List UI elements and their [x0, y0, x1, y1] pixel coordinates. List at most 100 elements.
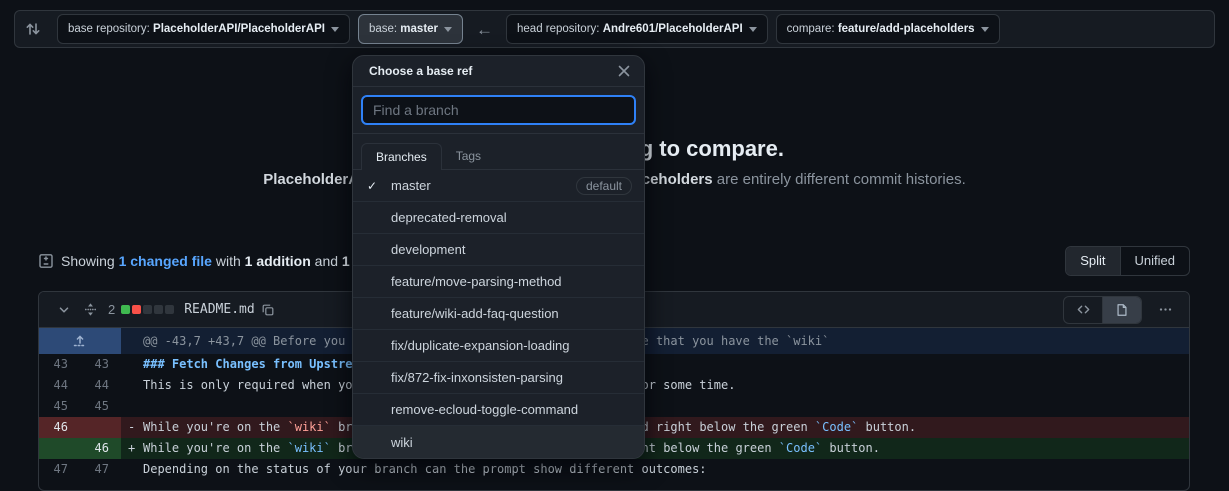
base-ref-selector-panel: Choose a base ref BranchesTags ✓masterde… [352, 55, 645, 459]
diff-view-toggle: SplitUnified [1065, 246, 1190, 276]
diffstat-square-neutral [165, 305, 174, 314]
ref-tabs: BranchesTags [353, 134, 644, 170]
tab-tags[interactable]: Tags [442, 143, 495, 169]
branch-item[interactable]: ✓ masterdefault [353, 170, 644, 202]
source-view-icon[interactable] [1064, 297, 1102, 323]
diff-marker: + [128, 438, 135, 459]
compare-branch-label: compare: [787, 23, 835, 35]
diff-display-toggle [1063, 296, 1142, 324]
branch-search-input[interactable] [361, 95, 636, 125]
summary-segment: Showing [61, 253, 119, 269]
diff-line-content: ### Fetch Changes from Upstream [121, 354, 1189, 375]
drag-handle-icon[interactable] [83, 302, 98, 317]
new-line-number: 46 [80, 438, 121, 459]
view-toggle-split[interactable]: Split [1066, 247, 1119, 275]
new-line-number [80, 417, 121, 438]
code-segment: button. [822, 441, 880, 455]
rich-diff-icon[interactable] [1102, 297, 1141, 323]
old-line-number: 43 [39, 354, 80, 375]
diff-line-content: +While you're on the `wiki` branch, is t… [121, 438, 1189, 459]
branch-item[interactable]: development [353, 234, 644, 266]
compare-branch-value: feature/add-placeholders [838, 23, 975, 35]
branch-item[interactable]: fix/872-fix-inxonsisten-parsing [353, 362, 644, 394]
hunk-header-text: @@ -43,7 +43,7 @@ Before you make any ki… [121, 328, 1189, 354]
diff-marker: - [128, 417, 135, 438]
diff-line-content [121, 396, 1189, 417]
compare-branch-button[interactable]: compare: feature/add-placeholders [776, 14, 1000, 44]
branch-name: remove-ecloud-toggle-command [391, 402, 632, 417]
compare-selector-bar: base repository: PlaceholderAPI/Placehol… [14, 10, 1215, 48]
old-line-number [39, 438, 80, 459]
chevron-down-icon [749, 27, 757, 32]
ref-panel-header: Choose a base ref [353, 56, 644, 87]
chevron-down-icon [981, 27, 989, 32]
code-segment: `Code` [779, 441, 822, 455]
branch-list: ✓ masterdefault deprecated-removal developm… [353, 170, 644, 458]
branch-item[interactable]: fix/duplicate-expansion-loading [353, 330, 644, 362]
view-toggle-unified[interactable]: Unified [1120, 247, 1189, 275]
file-changes-count: 2 [108, 302, 115, 317]
head-repository-value: Andre601/PlaceholderAPI [603, 23, 743, 35]
file-name: README.md [184, 302, 254, 317]
check-icon: ✓ [367, 179, 383, 193]
copy-file-path-icon[interactable] [261, 303, 275, 317]
diffstat-square-added [121, 305, 130, 314]
summary-segment: 1 addition [245, 253, 311, 269]
base-branch-label: base: [369, 23, 397, 35]
collapse-file-chevron-icon[interactable] [57, 303, 71, 317]
branch-name: fix/872-fix-inxonsisten-parsing [391, 370, 632, 385]
old-line-number: 45 [39, 396, 80, 417]
diff-line-content: Depending on the status of your branch c… [121, 459, 1189, 480]
branch-name: wiki [391, 435, 632, 450]
diffstat-squares [121, 305, 174, 314]
code-segment: `Code` [815, 420, 858, 434]
branch-item[interactable]: feature/wiki-add-faq-question [353, 298, 644, 330]
diffstat-square-deleted [132, 305, 141, 314]
tab-branches[interactable]: Branches [361, 143, 442, 170]
summary-segment: and [311, 253, 342, 269]
head-repository-button[interactable]: head repository: Andre601/PlaceholderAPI [506, 14, 768, 44]
new-line-number: 43 [80, 354, 121, 375]
base-repository-label: base repository: [68, 23, 150, 35]
diff-line-content: This is only required when your fork is … [121, 375, 1189, 396]
code-segment: `wiki` [288, 420, 331, 434]
branch-item[interactable]: remove-ecloud-toggle-command [353, 394, 644, 426]
close-icon[interactable] [612, 59, 636, 83]
git-compare-icon [25, 21, 41, 37]
old-line-number: 47 [39, 459, 80, 480]
diffstat-square-neutral [154, 305, 163, 314]
chevron-down-icon [331, 27, 339, 32]
head-repository-label: head repository: [517, 23, 599, 35]
code-segment: button. [858, 420, 916, 434]
ref-panel-title: Choose a base ref [369, 64, 472, 78]
ref-search-area [353, 87, 644, 134]
left-arrow-icon: ← [476, 21, 493, 38]
subtitle-segment: are entirely different commit histories. [713, 171, 966, 188]
branch-name: feature/move-parsing-method [391, 274, 632, 289]
code-segment: `wiki` [288, 441, 331, 455]
branch-name: master [391, 178, 576, 193]
branch-item[interactable]: wiki [353, 426, 644, 458]
new-line-number: 47 [80, 459, 121, 480]
changed-files-link[interactable]: 1 changed file [119, 253, 212, 269]
base-branch-button[interactable]: base: master [358, 14, 463, 44]
file-header-actions [1063, 296, 1179, 324]
default-badge: default [576, 177, 632, 195]
branch-item[interactable]: deprecated-removal [353, 202, 644, 234]
branch-name: feature/wiki-add-faq-question [391, 306, 632, 321]
summary-segment: with [212, 253, 245, 269]
chevron-down-icon [444, 27, 452, 32]
branch-name: deprecated-removal [391, 210, 632, 225]
code-segment: While you're on the [143, 420, 288, 434]
file-diff-icon [38, 253, 54, 269]
branch-name: fix/duplicate-expansion-loading [391, 338, 632, 353]
expand-up-icon[interactable] [39, 328, 121, 354]
old-line-number: 44 [39, 375, 80, 396]
old-line-number: 46 [39, 417, 80, 438]
branch-item[interactable]: feature/move-parsing-method [353, 266, 644, 298]
compare-page: { "colors": { "accent_blue": "#2f81f7", … [0, 0, 1229, 474]
new-line-number: 44 [80, 375, 121, 396]
code-segment: While you're on the [143, 441, 288, 455]
base-repository-button[interactable]: base repository: PlaceholderAPI/Placehol… [57, 14, 350, 44]
kebab-menu-icon[interactable] [1158, 302, 1173, 317]
